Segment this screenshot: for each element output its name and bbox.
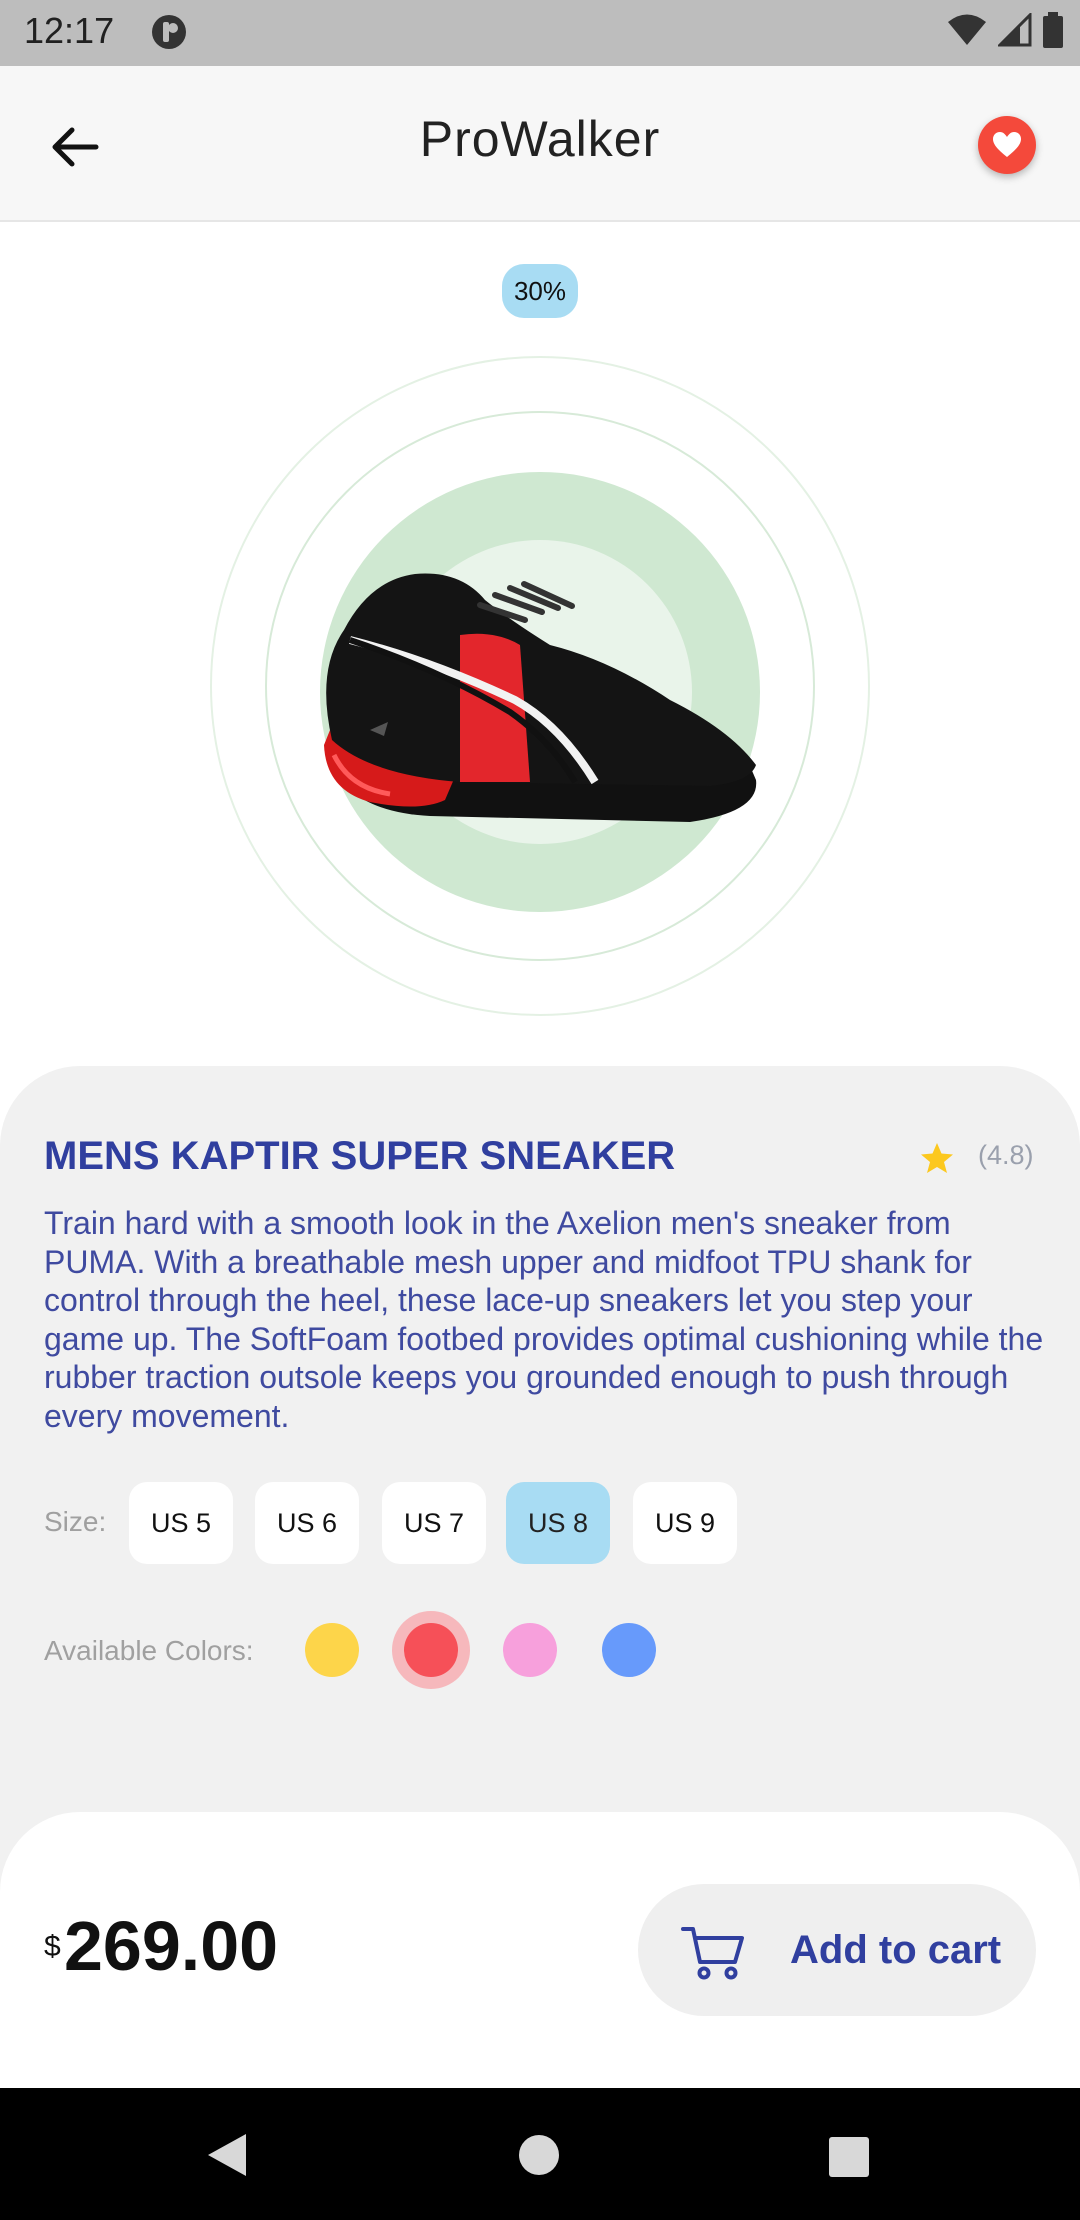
heart-icon: [993, 132, 1021, 157]
price-value: 269.00: [64, 1907, 279, 1985]
nav-home-icon[interactable]: [518, 2134, 560, 2176]
status-time: 12:17: [24, 10, 115, 51]
size-option-us-9[interactable]: US 9: [633, 1482, 737, 1564]
color-swatch-blue[interactable]: [602, 1623, 656, 1677]
app-bar: ProWalker: [0, 66, 1080, 222]
size-option-us-8[interactable]: US 8: [506, 1482, 610, 1564]
price-currency: $: [44, 1930, 61, 1963]
wifi-icon: [948, 14, 986, 45]
star-icon: [921, 1143, 953, 1173]
favorite-button[interactable]: [978, 116, 1036, 174]
product-name: MENS KAPTIR SUPER SNEAKER: [44, 1134, 676, 1178]
add-to-cart-button[interactable]: Add to cart: [638, 1884, 1036, 2016]
size-option-us-6[interactable]: US 6: [255, 1482, 359, 1564]
color-swatch-pink[interactable]: [503, 1623, 557, 1677]
cellular-signal-icon: [998, 13, 1032, 47]
available-colors-label: Available Colors:: [44, 1635, 254, 1666]
status-icons: [946, 12, 1064, 48]
product-image: [324, 573, 757, 822]
add-to-cart-label: Add to cart: [790, 1928, 1002, 1972]
rating-value: (4.8): [978, 1140, 1034, 1170]
size-option-us-5[interactable]: US 5: [129, 1482, 233, 1564]
size-option-us-7[interactable]: US 7: [382, 1482, 486, 1564]
app-notification-icon: [152, 15, 186, 49]
size-label: Size:: [44, 1506, 107, 1537]
nav-recents-icon[interactable]: [828, 2136, 870, 2178]
battery-icon: [1043, 12, 1063, 48]
color-swatch-yellow[interactable]: [305, 1623, 359, 1677]
product-hero: [0, 330, 1080, 1070]
page-title: ProWalker: [419, 111, 661, 167]
nav-back-icon[interactable]: [204, 2132, 250, 2178]
status-bar: 12:17: [0, 0, 1080, 66]
product-description: Train hard with a smooth look in the Axe…: [44, 1205, 1044, 1434]
color-swatch-red[interactable]: [404, 1623, 458, 1677]
system-navigation-bar: [0, 2088, 1080, 2220]
cart-icon: [681, 1927, 744, 1980]
discount-badge: 30%: [502, 264, 578, 318]
